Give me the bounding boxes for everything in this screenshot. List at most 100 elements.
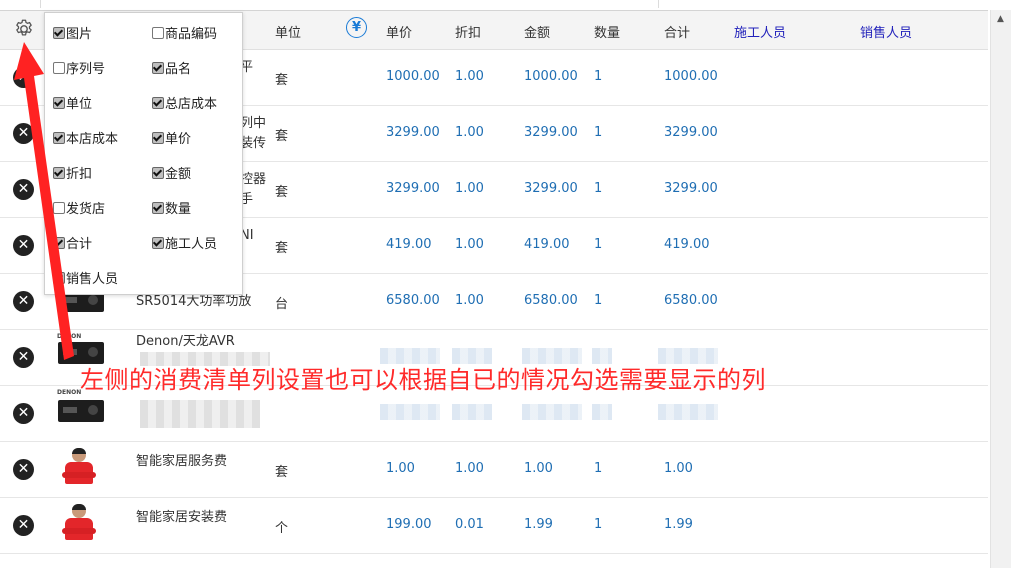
total-cell: 1.99	[664, 517, 693, 532]
checkbox-checked[interactable]	[53, 26, 65, 39]
checkbox-checked[interactable]	[53, 131, 65, 144]
blurred-content	[522, 404, 582, 420]
amount-cell[interactable]: 3299.00	[524, 181, 578, 196]
quantity-cell[interactable]: 1	[594, 125, 602, 140]
amount-cell[interactable]: 1.99	[524, 517, 553, 532]
blurred-content	[592, 404, 612, 420]
vertical-scrollbar[interactable]: ▲	[990, 10, 1011, 568]
option-label: 品名	[165, 62, 192, 77]
remove-icon[interactable]: ✕	[13, 347, 34, 368]
discount-cell[interactable]: 1.00	[455, 69, 484, 84]
checkbox-unchecked[interactable]	[53, 61, 65, 74]
column-option-total[interactable]: 合计	[53, 233, 92, 252]
amount-cell[interactable]: 1.00	[524, 461, 553, 476]
brand-logo: DENON	[57, 333, 82, 340]
price-cell[interactable]: 199.00	[386, 517, 432, 532]
option-label: 销售人员	[66, 272, 119, 287]
amount-cell[interactable]: 3299.00	[524, 125, 578, 140]
checkbox-checked[interactable]	[152, 236, 164, 249]
product-name: 列中 装传	[240, 116, 267, 151]
blurred-content	[452, 404, 492, 420]
checkbox-checked[interactable]	[53, 236, 65, 249]
price-cell[interactable]: 1.00	[386, 461, 415, 476]
column-option-serial[interactable]: 序列号	[53, 58, 105, 77]
checkbox-checked[interactable]	[53, 96, 65, 109]
quantity-cell[interactable]: 1	[594, 461, 602, 476]
quantity-cell[interactable]: 1	[594, 293, 602, 308]
total-cell: 419.00	[664, 237, 710, 252]
checkbox-checked[interactable]	[152, 61, 164, 74]
column-option-image[interactable]: 图片	[53, 23, 92, 42]
checkbox-unchecked[interactable]	[152, 26, 164, 39]
option-label: 单位	[66, 97, 93, 112]
amount-cell[interactable]: 419.00	[524, 237, 570, 252]
remove-icon[interactable]: ✕	[13, 459, 34, 480]
checkbox-checked[interactable]	[152, 166, 164, 179]
remove-icon[interactable]: ✕	[13, 291, 34, 312]
header-sales[interactable]: 销售人员	[860, 22, 912, 41]
option-label: 数量	[165, 202, 192, 217]
column-option-discount[interactable]: 折扣	[53, 163, 92, 182]
product-name-line: SR5014大功率功放	[136, 294, 252, 309]
quantity-cell[interactable]: 1	[594, 69, 602, 84]
blurred-content	[380, 404, 440, 420]
amount-cell[interactable]: 1000.00	[524, 69, 578, 84]
column-option-name[interactable]: 品名	[152, 58, 191, 77]
header-quantity: 数量	[594, 26, 621, 41]
column-option-code[interactable]: 商品编码	[152, 23, 217, 42]
column-option-sales[interactable]: 销售人员	[53, 268, 118, 287]
blurred-content	[140, 400, 260, 428]
discount-cell[interactable]: 1.00	[455, 237, 484, 252]
column-option-installer[interactable]: 施工人员	[152, 233, 217, 252]
scroll-up-icon[interactable]: ▲	[997, 14, 1004, 24]
worker-thumbnail	[62, 448, 96, 490]
column-option-amount[interactable]: 金额	[152, 163, 191, 182]
column-option-hq-cost[interactable]: 总店成本	[152, 93, 217, 112]
discount-cell[interactable]: 0.01	[455, 517, 484, 532]
column-option-quantity[interactable]: 数量	[152, 198, 191, 217]
product-name: 平	[240, 60, 254, 75]
product-thumbnail	[58, 400, 104, 422]
discount-cell[interactable]: 1.00	[455, 181, 484, 196]
remove-icon[interactable]: ✕	[13, 403, 34, 424]
column-option-price[interactable]: 单价	[152, 128, 191, 147]
remove-icon[interactable]: ✕	[13, 515, 34, 536]
remove-icon[interactable]: ✕	[13, 67, 34, 88]
quantity-cell[interactable]: 1	[594, 517, 602, 532]
checkbox-checked[interactable]	[152, 96, 164, 109]
option-label: 金额	[165, 167, 192, 182]
checkbox-checked[interactable]	[53, 166, 65, 179]
unit-cell: 套	[275, 73, 289, 88]
annotation-text: 左侧的消费清单列设置也可以根据自已的情况勾选需要显示的列	[80, 366, 766, 394]
amount-cell[interactable]: 6580.00	[524, 293, 578, 308]
column-option-unit[interactable]: 单位	[53, 93, 92, 112]
quantity-cell[interactable]: 1	[594, 181, 602, 196]
price-cell[interactable]: 3299.00	[386, 125, 440, 140]
column-divider	[40, 0, 41, 8]
checkbox-checked[interactable]	[152, 201, 164, 214]
total-cell: 6580.00	[664, 293, 718, 308]
unit-cell: 台	[275, 297, 289, 312]
discount-cell[interactable]: 1.00	[455, 293, 484, 308]
price-cell[interactable]: 419.00	[386, 237, 432, 252]
remove-icon[interactable]: ✕	[13, 235, 34, 256]
column-option-store-cost[interactable]: 本店成本	[53, 128, 118, 147]
remove-icon[interactable]: ✕	[13, 179, 34, 200]
quantity-cell[interactable]: 1	[594, 237, 602, 252]
price-cell[interactable]: 6580.00	[386, 293, 440, 308]
price-cell[interactable]: 3299.00	[386, 181, 440, 196]
currency-icon[interactable]: ¥	[346, 17, 367, 38]
gear-icon[interactable]	[13, 18, 35, 40]
header-unit: 单位	[275, 26, 302, 41]
checkbox-checked[interactable]	[53, 271, 65, 284]
checkbox-unchecked[interactable]	[53, 201, 65, 214]
option-label: 合计	[66, 237, 93, 252]
price-cell[interactable]: 1000.00	[386, 69, 440, 84]
discount-cell[interactable]: 1.00	[455, 125, 484, 140]
header-installer[interactable]: 施工人员	[734, 22, 786, 41]
discount-cell[interactable]: 1.00	[455, 461, 484, 476]
checkbox-checked[interactable]	[152, 131, 164, 144]
remove-icon[interactable]: ✕	[13, 123, 34, 144]
column-option-ship-store[interactable]: 发货店	[53, 198, 105, 217]
total-cell: 3299.00	[664, 125, 718, 140]
